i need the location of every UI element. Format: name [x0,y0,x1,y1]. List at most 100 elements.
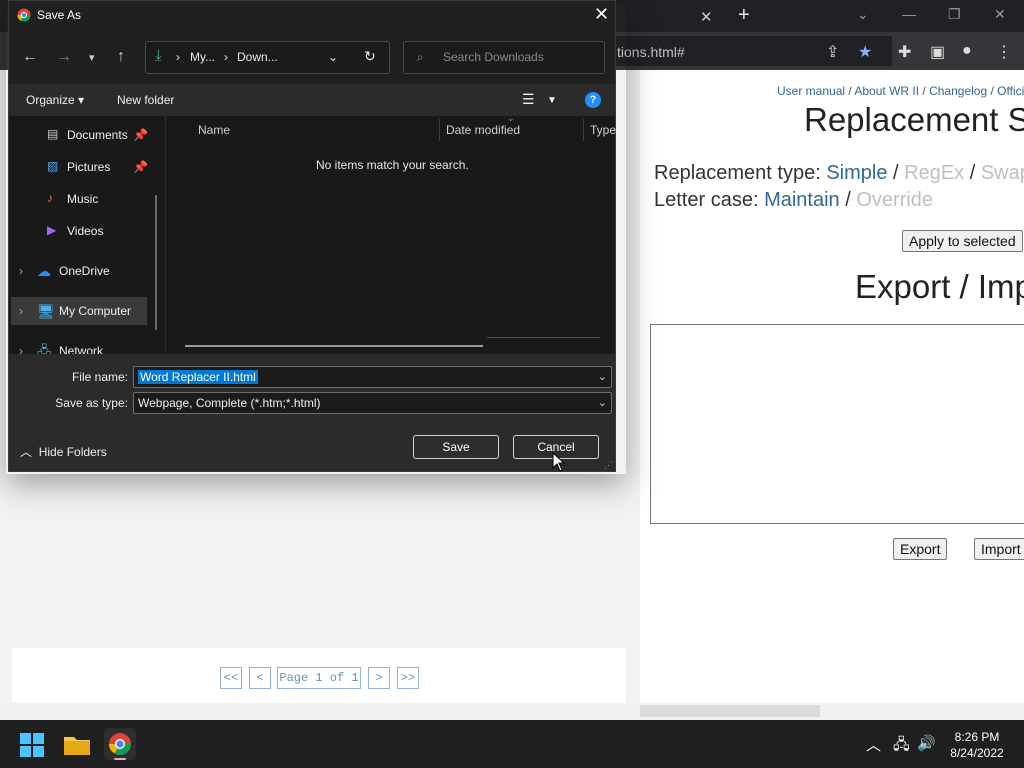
mouse-cursor-icon [552,452,566,472]
refresh-icon[interactable]: ↻ [364,48,376,65]
type-simple-option[interactable]: Simple [826,162,887,184]
clock-date: 8/24/2022 [950,746,1004,760]
nav-item-my-computer[interactable]: My Computer [59,304,131,318]
active-indicator [114,758,126,760]
dialog-close-icon[interactable]: ✕ [594,4,609,25]
column-header-type[interactable]: Type [590,123,616,137]
dialog-title: Save As [37,8,82,22]
import-button[interactable]: Import [974,538,1024,560]
file-list-scrollbar[interactable] [185,345,483,347]
extensions-icon[interactable]: ✚ [898,42,911,62]
organize-label: Organize [26,93,75,107]
page-title: Replacement S [804,101,1024,138]
up-arrow-icon[interactable]: ↑ [117,48,125,66]
pin-icon[interactable]: 📌 [133,160,148,174]
link-user-manual[interactable]: User manual [777,84,845,98]
profile-icon[interactable]: ● [962,42,972,60]
chrome-taskbar-button[interactable] [104,728,136,760]
export-textarea[interactable] [650,324,1024,524]
clock[interactable]: 8:26 PM 8/24/2022 [944,729,1010,761]
save-as-type-select[interactable]: Webpage, Complete (*.htm;*.html) ⌄ [133,392,612,414]
onedrive-icon: ☁ [37,263,51,279]
file-name-dropdown-chevron-icon[interactable]: ⌄ [598,367,607,387]
column-separator[interactable] [439,119,440,141]
music-icon: ♪ [47,191,53,205]
link-changelog[interactable]: Changelog [929,84,987,98]
pager-first-button[interactable]: << [220,667,242,689]
nav-item-pictures[interactable]: Pictures [67,160,110,174]
expand-chevron-icon[interactable]: › [19,264,23,278]
apply-to-selected-button[interactable]: Apply to selected [902,230,1023,252]
view-options-icon[interactable]: ☰ [522,91,535,108]
case-maintain-option[interactable]: Maintain [764,189,840,211]
file-list-pane [165,116,615,354]
column-header-date-modified[interactable]: Date modified [446,123,520,137]
side-panel-icon[interactable]: ▣ [930,42,945,62]
save-type-dropdown-chevron-icon[interactable]: ⌄ [598,393,607,413]
start-button[interactable] [16,728,48,760]
forward-arrow-icon[interactable]: → [56,48,72,66]
window-close-button[interactable]: ✕ [994,6,1006,23]
new-folder-button[interactable]: New folder [117,93,174,107]
column-header-name[interactable]: Name [198,123,230,137]
file-name-input[interactable]: Word Replacer II.html ⌄ [133,366,612,388]
recent-locations-chevron-icon[interactable]: ▾ [89,51,95,64]
nav-pane-scrollbar[interactable] [155,195,157,330]
page-scroll-thumb[interactable] [640,705,820,717]
nav-item-documents[interactable]: Documents [67,128,128,142]
file-name-label: File name: [71,370,128,384]
pin-icon[interactable]: 📌 [133,128,148,142]
url-text[interactable]: tions.html# [617,44,685,60]
letter-case-label: Letter case: [654,189,759,211]
file-explorer-button[interactable] [61,728,93,760]
page-horizontal-scrollbar[interactable] [0,703,1024,720]
nav-item-videos[interactable]: Videos [67,224,103,238]
hide-folders-button[interactable]: ︿ Hide Folders [20,443,107,460]
tab-close-icon[interactable]: ✕ [700,8,713,26]
link-about[interactable]: About WR II [854,84,919,98]
save-button[interactable]: Save [413,435,499,459]
bookmark-star-icon[interactable]: ★ [858,42,872,62]
nav-item-onedrive[interactable]: OneDrive [59,264,110,278]
share-icon[interactable]: ⇪ [826,42,839,62]
resize-grip-icon[interactable]: ⋰ [604,460,613,471]
volume-icon[interactable]: 🔊 [917,734,936,752]
header-links: User manual / About WR II / Changelog / … [777,84,1024,98]
nav-item-music[interactable]: Music [67,192,98,206]
file-name-value[interactable]: Word Replacer II.html [138,370,258,384]
computer-icon: 🖥 [37,303,55,319]
tab-search-icon[interactable]: ⌄ [857,6,869,23]
restore-button[interactable]: ❐ [948,6,961,23]
breadcrumb-my-computer[interactable]: My... [190,50,215,64]
sort-chevron-icon: ⌄ [507,113,515,123]
back-arrow-icon[interactable]: ← [22,48,38,66]
search-placeholder: Search Downloads [443,50,544,64]
letter-case-row: Letter case: Maintain / Override [654,189,934,211]
expand-chevron-icon[interactable]: › [19,304,23,318]
organize-button[interactable]: Organize ▾ [26,93,84,107]
new-tab-button[interactable]: + [738,4,750,27]
view-dropdown-chevron-icon[interactable]: ▼ [547,95,557,106]
menu-icon[interactable]: ⋮ [996,42,1012,62]
breadcrumb-separator-icon: › [224,50,228,64]
type-swap-option[interactable]: Swap [981,162,1024,184]
link-official[interactable]: Offici [997,84,1024,98]
chevron-up-icon: ︿ [20,445,33,459]
breadcrumb-downloads[interactable]: Down... [237,50,278,64]
column-separator[interactable] [583,119,584,141]
export-button[interactable]: Export [893,538,948,560]
network-tray-icon[interactable]: 🖧 [893,734,910,759]
case-override-option[interactable]: Override [856,189,933,211]
address-dropdown-chevron-icon[interactable]: ⌄ [328,50,338,64]
help-icon[interactable]: ? [585,92,601,108]
minimize-button[interactable]: — [902,6,916,22]
pager-next-button[interactable]: > [368,667,390,689]
type-regex-option[interactable]: RegEx [904,162,964,184]
pager-last-button[interactable]: >> [397,667,419,689]
save-as-type-value: Webpage, Complete (*.htm;*.html) [138,396,321,410]
pager-prev-button[interactable]: < [249,667,271,689]
documents-icon: ▤ [47,127,59,141]
file-list-scroll-track [487,337,600,338]
show-hidden-icons-icon[interactable]: ︿ [866,734,881,755]
replacement-type-row: Replacement type: Simple / RegEx / Swap [654,162,1024,185]
